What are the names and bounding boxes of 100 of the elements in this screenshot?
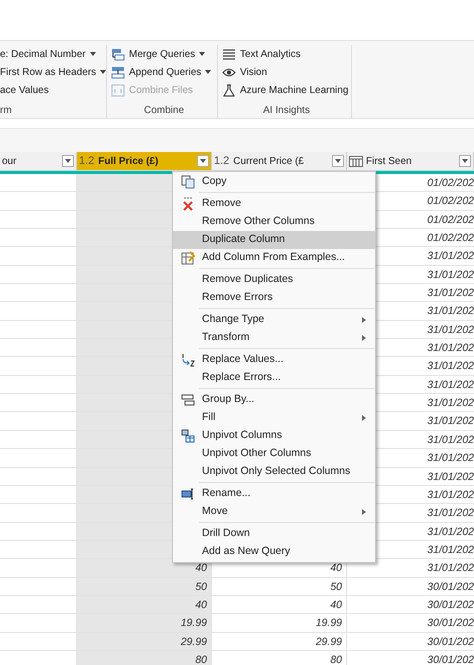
- date-text: 01/02/202: [427, 232, 474, 244]
- menu-item[interactable]: Unpivot Only Selected Columns: [173, 463, 375, 481]
- table-cell: 40: [77, 596, 212, 614]
- menu-item[interactable]: Fill: [173, 409, 375, 427]
- table-cell: 80: [212, 650, 347, 665]
- date-text: 31/01/202: [427, 360, 474, 372]
- append-icon: [111, 66, 125, 79]
- table-cell: 29.99: [212, 632, 347, 650]
- ribbon-button[interactable]: First Row as Headers: [0, 63, 106, 82]
- date-text: 31/01/202: [427, 562, 474, 574]
- ribbon-button[interactable]: ace Values: [0, 82, 49, 100]
- date-text: 31/01/202: [427, 250, 474, 262]
- column-header[interactable]: 1.2 Full Price (£): [77, 152, 212, 170]
- menu-item[interactable]: Duplicate Column: [173, 231, 375, 249]
- group-label: rm: [0, 104, 13, 118]
- copy-icon: [180, 175, 194, 189]
- menu-item[interactable]: Remove Errors: [173, 289, 375, 307]
- date-text: 31/01/202: [427, 397, 474, 410]
- ribbon-button[interactable]: Text Analytics: [222, 45, 301, 64]
- date-text: 31/01/202: [427, 415, 474, 428]
- date-text: 31/01/202: [427, 434, 474, 446]
- table-cell: 50: [212, 578, 347, 595]
- caret-icon: [90, 52, 96, 56]
- date-text: 30/01/202: [427, 636, 474, 648]
- ribbon-button[interactable]: Merge Queries: [111, 45, 206, 64]
- column-header[interactable]: our: [0, 152, 77, 170]
- caret-icon: [205, 70, 212, 74]
- menu-item[interactable]: Move: [173, 503, 375, 521]
- table-cell: 40: [77, 559, 212, 577]
- date-text: 01/02/202: [427, 195, 474, 208]
- caret-icon: [65, 159, 71, 163]
- date-text: 30/01/202: [427, 580, 474, 593]
- date-text: 30/01/202: [427, 617, 474, 630]
- column-header[interactable]: 1.2 Current Price (£: [212, 152, 347, 170]
- date-text: 01/02/202: [427, 177, 474, 189]
- filter-dropdown[interactable]: [459, 155, 471, 167]
- menu-item[interactable]: Remove Duplicates: [173, 271, 375, 289]
- menu-item[interactable]: Rename...: [173, 485, 375, 503]
- table-pencil-icon: [180, 251, 194, 265]
- date-text: 31/01/202: [427, 544, 474, 556]
- caret-icon: [462, 159, 468, 163]
- calendar-icon: [349, 156, 363, 166]
- menu-item[interactable]: Drill Down: [173, 525, 375, 543]
- column-title: Current Price (£: [233, 154, 305, 168]
- caret-icon: [199, 52, 206, 56]
- filter-dropdown[interactable]: [332, 155, 344, 167]
- submenu-arrow-icon: [362, 509, 366, 515]
- date-text: 31/01/202: [427, 488, 474, 501]
- submenu-arrow-icon: [362, 415, 366, 421]
- column-header[interactable]: First Seen: [347, 152, 474, 170]
- column-title: Full Price (£): [98, 154, 160, 168]
- menu-item[interactable]: Add Column From Examples...: [173, 249, 375, 267]
- type-label: 1.2: [79, 154, 94, 169]
- menu-item[interactable]: Replace Values...: [173, 351, 375, 369]
- menu-item[interactable]: Remove Other Columns: [173, 213, 375, 231]
- flask-icon: [222, 84, 236, 98]
- menu-item[interactable]: Copy: [173, 173, 375, 191]
- date-text: 31/01/202: [427, 526, 474, 538]
- delete-x-icon: [180, 197, 194, 211]
- unpivot-icon: [180, 429, 194, 443]
- group-icon: [180, 393, 194, 407]
- caret-icon: [100, 70, 106, 74]
- menu-item[interactable]: Add as New Query: [173, 543, 375, 561]
- table-cell: 19.99: [77, 614, 212, 632]
- text-lines-icon: [222, 48, 236, 61]
- menu-item[interactable]: Group By...: [173, 391, 375, 409]
- date-text: 31/01/202: [427, 452, 474, 464]
- menu-item[interactable]: Remove: [173, 195, 375, 213]
- menu-item[interactable]: Change Type: [173, 311, 375, 329]
- date-text: 31/01/202: [427, 287, 474, 300]
- date-text: 31/01/202: [427, 342, 474, 354]
- table-cell: 29.99: [77, 632, 212, 650]
- submenu-arrow-icon: [362, 335, 366, 341]
- menu-item[interactable]: Unpivot Columns: [173, 427, 375, 445]
- date-text: 31/01/202: [427, 507, 474, 520]
- date-text: 30/01/202: [427, 654, 474, 665]
- type-label: 1.2: [214, 154, 230, 169]
- ribbon-button[interactable]: Azure Machine Learning: [222, 82, 348, 100]
- date-text: 31/01/202: [427, 324, 474, 336]
- menu-item[interactable]: Unpivot Other Columns: [173, 445, 375, 463]
- date-text: 30/01/202: [427, 598, 474, 611]
- merge-icon: [111, 48, 125, 61]
- filter-dropdown[interactable]: [197, 155, 209, 167]
- ribbon-button[interactable]: Append Queries: [111, 63, 212, 82]
- menu-item[interactable]: Replace Errors...: [173, 369, 375, 387]
- date-text: 01/02/202: [427, 214, 474, 226]
- date-text: 31/01/202: [427, 378, 474, 391]
- table-cell: 50: [77, 578, 212, 595]
- table-cell: 80: [77, 650, 212, 665]
- date-text: 31/01/202: [427, 305, 474, 318]
- menu-item[interactable]: Transform: [173, 329, 375, 347]
- filter-dropdown[interactable]: [62, 155, 74, 167]
- ribbon-button[interactable]: Vision: [222, 63, 268, 82]
- replace-icon: [180, 353, 194, 367]
- group-label: AI Insights: [262, 104, 311, 118]
- ribbon-button[interactable]: e: Decimal Number: [0, 45, 96, 64]
- submenu-arrow-icon: [362, 317, 366, 323]
- column-title: First Seen: [366, 154, 413, 168]
- date-text: 31/01/202: [427, 470, 474, 482]
- group-label: Combine: [142, 104, 186, 118]
